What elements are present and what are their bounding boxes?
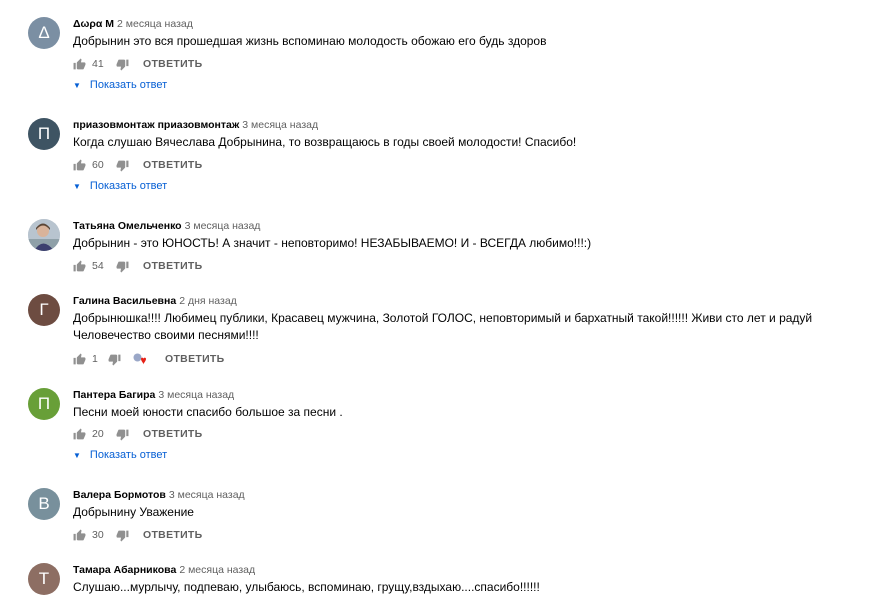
thumb-up-icon[interactable] (73, 529, 86, 542)
like-count: 41 (92, 58, 104, 70)
thumb-up-icon[interactable] (73, 428, 86, 441)
comment-actions: 1 ОТВЕТИТЬ (73, 351, 225, 367)
like-count: 20 (92, 428, 104, 440)
avatar[interactable]: Г (28, 294, 60, 326)
reply-button[interactable]: ОТВЕТИТЬ (143, 58, 203, 70)
comment-time[interactable]: 3 месяца назад (169, 489, 245, 501)
comment-author[interactable]: приазовмонтаж приазовмонтаж (73, 119, 239, 131)
comment-text: Когда слушаю Вячеслава Добрынина, то воз… (73, 135, 577, 149)
avatar[interactable]: В (28, 488, 60, 520)
thumb-down-icon[interactable] (116, 260, 129, 273)
comment-text: Добрынюшка!!!! Любимец публики, Красавец… (73, 311, 813, 342)
avatar-photo-icon (28, 219, 60, 251)
like-count: 60 (92, 159, 104, 171)
caret-down-icon: ▼ (73, 181, 81, 191)
comment-text: Добрынин - это ЮНОСТЬ! А значит - неповт… (73, 236, 592, 250)
show-replies-button[interactable]: ▼ Показать ответ (73, 180, 167, 192)
reply-button[interactable]: ОТВЕТИТЬ (165, 353, 225, 365)
thumb-down-icon[interactable] (116, 529, 129, 542)
avatar[interactable]: Т (28, 563, 60, 595)
comment-time[interactable]: 3 месяца назад (158, 389, 234, 401)
comment-actions: 30 ОТВЕТИТЬ (73, 527, 203, 543)
comment-author[interactable]: Татьяна Омельченко (73, 220, 182, 232)
reply-button[interactable]: ОТВЕТИТЬ (143, 428, 203, 440)
comment-author[interactable]: Тамара Абарникова (73, 564, 176, 576)
comment-author[interactable]: Галина Васильевна (73, 295, 176, 307)
show-replies-button[interactable]: ▼ Показать ответ (73, 449, 167, 461)
creator-heart-icon (133, 353, 147, 366)
thumb-up-icon[interactable] (73, 260, 86, 273)
comment-time[interactable]: 2 дня назад (179, 295, 237, 307)
avatar[interactable]: П (28, 388, 60, 420)
comment-actions: 54 ОТВЕТИТЬ (73, 258, 203, 274)
comment-text: Добрынин это вся прошедшая жизнь вспомин… (73, 34, 547, 48)
comment-time[interactable]: 2 месяца назад (117, 18, 193, 30)
thumb-up-icon[interactable] (73, 159, 86, 172)
like-count: 54 (92, 260, 104, 272)
like-count: 1 (92, 353, 98, 365)
comment-text: Слушаю...мурлычу, подпеваю, улыбаюсь, вс… (73, 580, 540, 594)
comment-time[interactable]: 3 месяца назад (185, 220, 261, 232)
comment-actions: 41 ОТВЕТИТЬ (73, 56, 203, 72)
comment-time[interactable]: 3 месяца назад (242, 119, 318, 131)
comment-actions: 60 ОТВЕТИТЬ (73, 157, 203, 173)
reply-button[interactable]: ОТВЕТИТЬ (143, 529, 203, 541)
caret-down-icon: ▼ (73, 450, 81, 460)
thumb-down-icon[interactable] (116, 428, 129, 441)
thumb-up-icon[interactable] (73, 353, 86, 366)
comment-text: Добрынину Уважение (73, 505, 194, 519)
avatar[interactable]: Δ (28, 17, 60, 49)
comment-text: Песни моей юности спасибо большое за пес… (73, 405, 343, 419)
show-replies-button[interactable]: ▼ Показать ответ (73, 79, 167, 91)
comment-actions: 20 ОТВЕТИТЬ (73, 426, 203, 442)
comment-author[interactable]: Пантера Багира (73, 389, 155, 401)
caret-down-icon: ▼ (73, 80, 81, 90)
show-replies-label: Показать ответ (89, 449, 168, 461)
show-replies-label: Показать ответ (89, 180, 168, 192)
like-count: 30 (92, 529, 104, 541)
reply-button[interactable]: ОТВЕТИТЬ (143, 159, 203, 171)
thumb-down-icon[interactable] (116, 159, 129, 172)
thumb-down-icon[interactable] (116, 58, 129, 71)
thumb-up-icon[interactable] (73, 58, 86, 71)
avatar[interactable] (28, 219, 60, 251)
thumb-down-icon[interactable] (108, 353, 121, 366)
comment-time[interactable]: 2 месяца назад (179, 564, 255, 576)
reply-button[interactable]: ОТВЕТИТЬ (143, 260, 203, 272)
avatar[interactable]: П (28, 118, 60, 150)
comment-author[interactable]: Δωρα Μ (73, 18, 114, 30)
comment-author[interactable]: Валера Бормотов (73, 489, 166, 501)
show-replies-label: Показать ответ (89, 79, 168, 91)
